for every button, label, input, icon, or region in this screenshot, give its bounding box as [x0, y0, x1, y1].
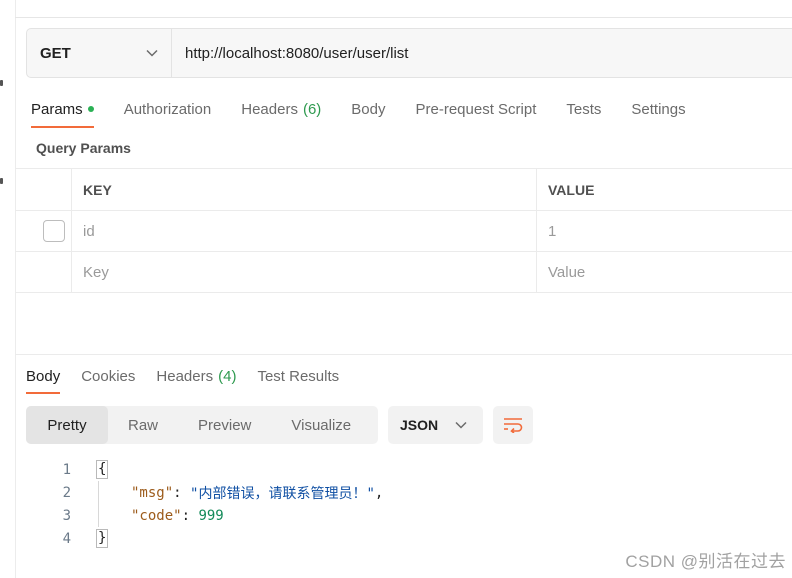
tab-label: Tests: [566, 100, 602, 118]
tab-response-headers[interactable]: Headers (4): [156, 364, 236, 388]
tab-settings[interactable]: Settings: [631, 96, 685, 122]
json-string-value: "内部错误，请联系管理员！": [190, 485, 375, 502]
line-number: 4: [62, 530, 71, 547]
header-check-cell: [15, 169, 72, 210]
tab-tests[interactable]: Tests: [566, 96, 601, 122]
tab-pre-request-script[interactable]: Pre-request Script: [416, 96, 537, 122]
query-params-title: Query Params: [36, 140, 131, 156]
response-view-switch: Pretty Raw Preview Visualize: [26, 406, 378, 444]
wrap-lines-icon: [504, 418, 523, 433]
new-param-value-input[interactable]: Value: [537, 252, 792, 292]
view-preview-button[interactable]: Preview: [178, 406, 271, 444]
tab-label: Test Results: [257, 367, 340, 385]
active-params-dot-icon: [87, 106, 94, 112]
line-number: 1: [62, 461, 71, 478]
table-header-row: KEY VALUE: [15, 168, 792, 211]
watermark: CSDN @别活在过去: [625, 552, 786, 571]
new-param-key-input[interactable]: Key: [72, 252, 537, 292]
code-line: 2 "msg": "内部错误，请联系管理员！",: [40, 481, 384, 504]
method-label: GET: [40, 44, 71, 62]
param-enable-checkbox[interactable]: [43, 220, 65, 242]
tab-headers[interactable]: Headers (6): [241, 96, 321, 122]
url-input[interactable]: http://localhost:8080/user/user/list: [172, 29, 408, 77]
code-line: 1 {: [40, 458, 383, 481]
tab-body[interactable]: Body: [351, 96, 385, 122]
view-raw-button[interactable]: Raw: [108, 406, 178, 444]
close-brace: }: [96, 529, 109, 548]
table-row-new: Key Value: [15, 252, 792, 293]
row-check-cell: [15, 252, 72, 292]
tab-label: Headers: [156, 367, 214, 385]
tab-label: Body: [26, 367, 61, 385]
tab-params[interactable]: Params: [31, 96, 94, 128]
tab-label: Body: [351, 100, 386, 118]
tab-label: Params: [31, 100, 83, 118]
query-params-table: KEY VALUE id 1 Key Value: [15, 168, 792, 293]
row-check-cell: [15, 211, 72, 251]
tab-count: (6): [302, 100, 322, 118]
edge-marker: [0, 178, 3, 184]
code-line: 3 "code": 999: [40, 504, 383, 527]
tab-test-results[interactable]: Test Results: [257, 364, 339, 388]
tab-label: Headers: [241, 100, 298, 118]
line-number: 2: [62, 484, 71, 501]
json-key: "code": [131, 507, 182, 524]
json-key: "msg": [131, 484, 174, 501]
chevron-down-icon: [146, 49, 158, 57]
tab-count: (4): [218, 367, 237, 385]
edge-marker: [0, 80, 3, 86]
view-visualize-button[interactable]: Visualize: [271, 406, 371, 444]
top-divider: [15, 17, 792, 18]
open-brace: {: [96, 460, 109, 479]
tab-response-body[interactable]: Body: [26, 364, 61, 394]
tab-label: Cookies: [81, 367, 136, 385]
view-pretty-button[interactable]: Pretty: [26, 406, 108, 444]
tab-authorization[interactable]: Authorization: [124, 96, 212, 122]
method-select[interactable]: GET: [27, 29, 172, 77]
param-value-field[interactable]: 1: [537, 211, 792, 251]
tab-label: Settings: [631, 100, 686, 118]
format-label: JSON: [400, 417, 439, 433]
tab-label: Pre-request Script: [415, 100, 537, 118]
tab-label: Authorization: [123, 100, 212, 118]
column-header-value: VALUE: [548, 181, 595, 198]
code-line: 4 }: [40, 527, 383, 550]
param-key-field[interactable]: id: [72, 211, 537, 251]
response-tabs: Body Cookies Headers (4) Test Results: [26, 364, 360, 394]
request-url-bar: GET http://localhost:8080/user/user/list: [26, 28, 792, 78]
request-tabs: Params Authorization Headers (6) Body Pr…: [31, 96, 716, 130]
wrap-lines-button[interactable]: [493, 406, 533, 444]
tab-cookies[interactable]: Cookies: [81, 364, 135, 388]
column-header-key: KEY: [72, 169, 537, 210]
chevron-down-icon: [455, 421, 467, 429]
table-row: id 1: [15, 211, 792, 252]
line-number: 3: [62, 507, 71, 524]
response-body-code: 1 { 2 "msg": "内部错误，请联系管理员！", 3 "code": 9…: [40, 458, 383, 550]
pane-resize-handle[interactable]: [15, 354, 792, 355]
json-number-value: 999: [198, 507, 224, 524]
format-select[interactable]: JSON: [388, 406, 483, 444]
